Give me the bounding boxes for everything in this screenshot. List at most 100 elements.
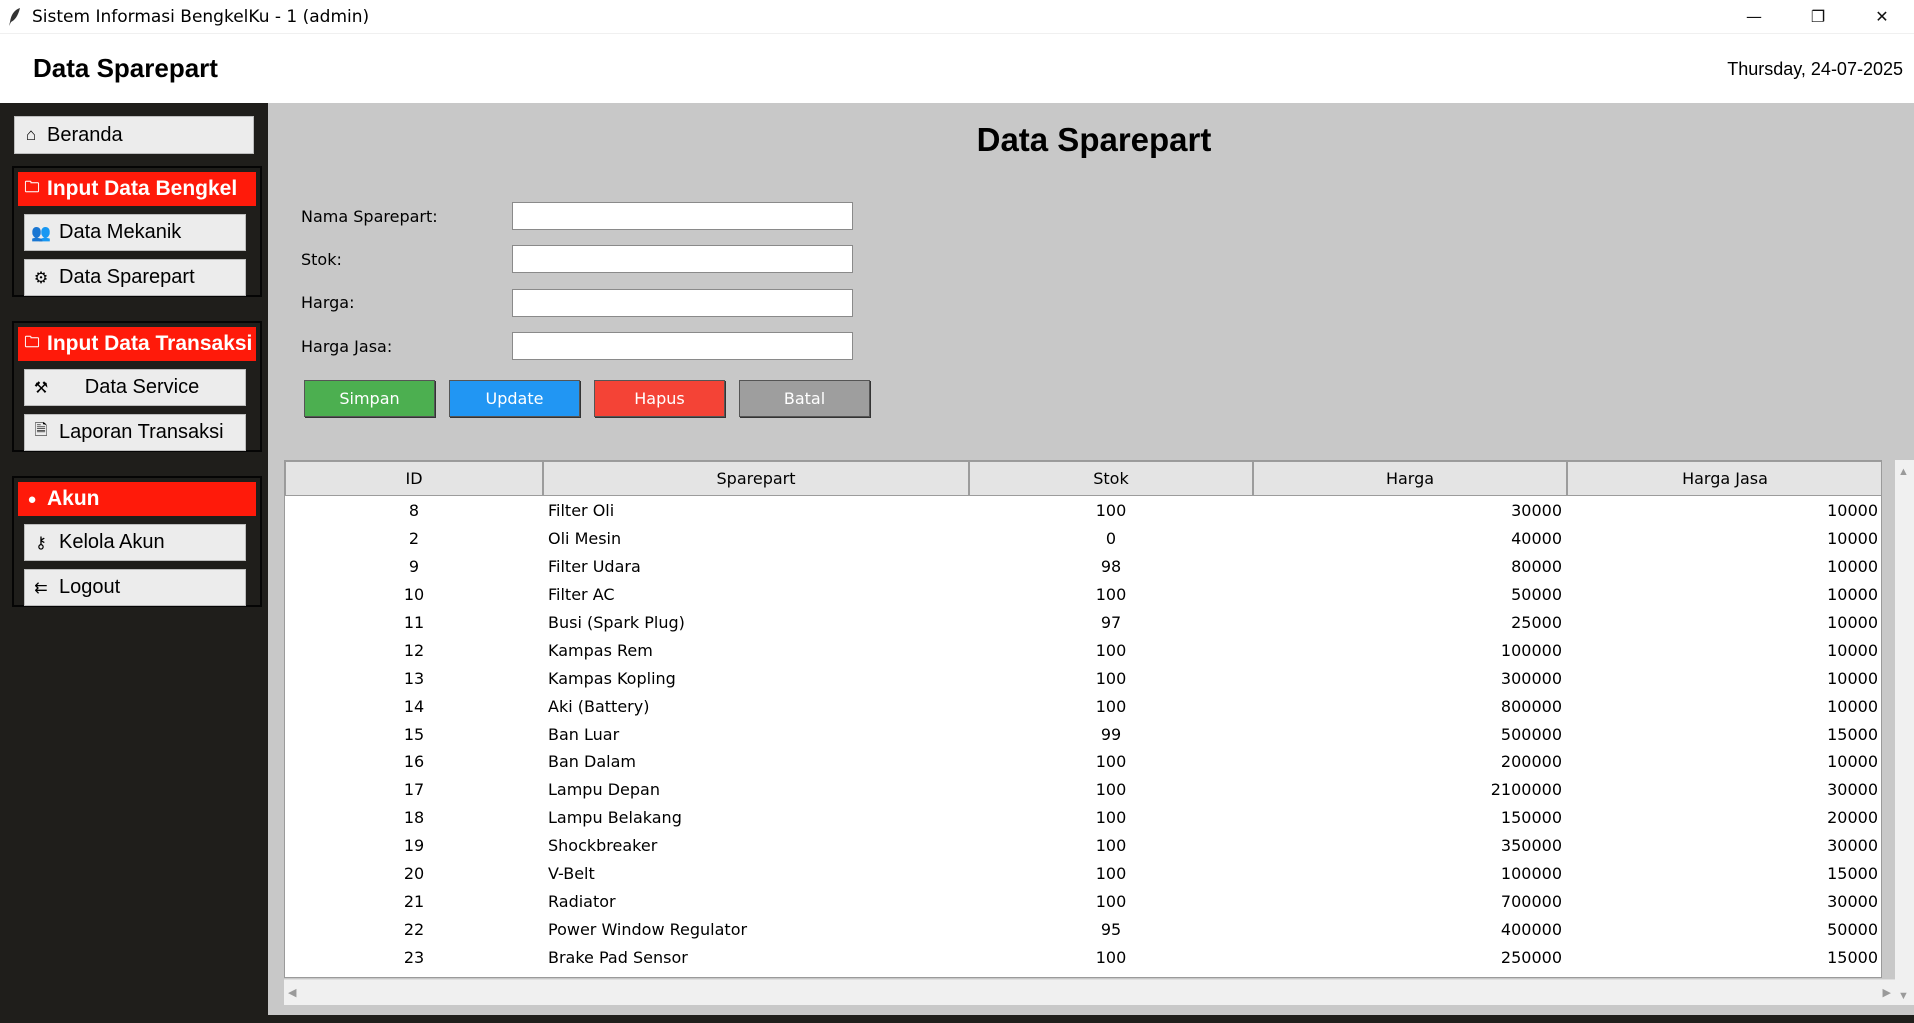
key-icon: ⚷ (35, 534, 47, 552)
sidebar-item-logout[interactable]: ⇇ Logout (24, 569, 246, 606)
cell-stok: 95 (1100, 919, 1122, 939)
table-row[interactable]: 14 Aki (Battery) 100 800000 10000 (285, 692, 1881, 720)
scroll-right-arrow-icon[interactable]: ▶ (1883, 986, 1891, 999)
table-row[interactable]: 11 Busi (Spark Plug) 97 25000 10000 (285, 609, 1881, 637)
table-row[interactable]: 13 Kampas Kopling 100 300000 10000 (285, 664, 1881, 692)
horizontal-scrollbar[interactable]: ◀ ▶ (284, 979, 1895, 1005)
nama-sparepart-input[interactable] (512, 202, 853, 230)
cell-sparepart: Busi (Spark Plug) (548, 613, 685, 632)
cell-harga-jasa: 10000 (1827, 585, 1878, 605)
table-row[interactable]: 22 Power Window Regulator 95 400000 50000 (285, 915, 1881, 943)
simpan-button[interactable]: Simpan (304, 380, 435, 417)
cell-sparepart: Kampas Kopling (548, 668, 676, 688)
table-row[interactable]: 18 Lampu Belakang 100 150000 20000 (285, 804, 1881, 832)
column-header-harga-jasa[interactable]: Harga Jasa (1567, 461, 1881, 496)
sidebar-item-beranda[interactable]: ⌂ Beranda (14, 116, 254, 154)
app-header: Data Sparepart Thursday, 24-07-2025 (0, 33, 1914, 103)
cell-sparepart: Radiator (548, 891, 616, 911)
scroll-down-arrow-icon[interactable]: ▼ (1898, 990, 1909, 1002)
cell-harga: 800000 (1500, 696, 1562, 716)
sidebar-group-input-data-bengkel: 🗀 Input Data Bengkel 👥 Data Mekanik ⚙ Da… (12, 166, 262, 297)
table-row[interactable]: 17 Lampu Depan 100 2100000 30000 (285, 776, 1881, 804)
sidebar-group-input-data-transaksi: 🗀 Input Data Transaksi ⚒ Data Service 🗎 … (12, 321, 262, 452)
sidebar-item-data-mekanik[interactable]: 👥 Data Mekanik (24, 214, 246, 251)
column-header-stok[interactable]: Stok (969, 461, 1253, 496)
table-row[interactable]: 9 Filter Udara 98 80000 10000 (285, 553, 1881, 581)
cell-id: 23 (403, 947, 425, 967)
cell-harga-jasa: 50000 (1827, 919, 1878, 939)
sidebar-item-kelola-akun[interactable]: ⚷ Kelola Akun (24, 524, 246, 561)
cell-sparepart: Ban Luar (548, 724, 620, 744)
cell-harga: 40000 (1511, 529, 1562, 549)
table-row[interactable]: 15 Ban Luar 99 500000 15000 (285, 720, 1881, 748)
sidebar-item-data-service[interactable]: ⚒ Data Service (24, 369, 246, 406)
cell-sparepart: Kampas Rem (548, 640, 653, 660)
close-button[interactable]: ✕ (1850, 0, 1914, 33)
cell-harga-jasa: 10000 (1827, 501, 1878, 521)
cell-stok: 100 (1095, 836, 1127, 856)
home-icon: ⌂ (25, 125, 37, 144)
column-header-sparepart[interactable]: Sparepart (543, 461, 969, 496)
cell-harga-jasa: 10000 (1827, 529, 1878, 549)
restore-button[interactable]: ❐ (1786, 0, 1850, 33)
scroll-left-arrow-icon[interactable]: ◀ (288, 986, 296, 999)
harga-input[interactable] (512, 289, 853, 317)
cell-sparepart: Aki (Battery) (548, 696, 650, 716)
cell-id: 18 (403, 808, 425, 828)
column-header-harga[interactable]: Harga (1253, 461, 1567, 496)
minimize-button[interactable]: — (1722, 0, 1786, 33)
scroll-up-arrow-icon[interactable]: ▲ (1898, 466, 1909, 478)
harga-jasa-input[interactable] (512, 332, 853, 360)
update-button[interactable]: Update (449, 380, 580, 417)
table-row[interactable]: 12 Kampas Rem 100 100000 10000 (285, 636, 1881, 664)
table-row[interactable]: 20 V-Belt 100 100000 15000 (285, 860, 1881, 888)
cell-stok: 100 (1095, 780, 1127, 800)
cell-harga: 25000 (1511, 613, 1562, 632)
column-header-id[interactable]: ID (285, 461, 543, 496)
table-row[interactable]: 10 Filter AC 100 50000 10000 (285, 581, 1881, 609)
cell-harga: 30000 (1511, 501, 1562, 521)
cell-harga-jasa: 15000 (1827, 724, 1878, 744)
user-icon: ● (27, 490, 37, 508)
table-row[interactable]: 23 Brake Pad Sensor 100 250000 15000 (285, 943, 1881, 971)
table-row[interactable]: 21 Radiator 100 700000 30000 (285, 887, 1881, 915)
cell-harga: 400000 (1500, 919, 1562, 939)
form-title: Data Sparepart (976, 121, 1212, 158)
cell-sparepart: Filter AC (548, 585, 615, 605)
table-row[interactable]: 8 Filter Oli 100 30000 10000 (285, 497, 1881, 525)
table-body: 8 Filter Oli 100 30000 10000 2 Oli Mesin 0 40000… (285, 497, 1881, 971)
table-row[interactable]: 16 Ban Dalam 100 200000 10000 (285, 748, 1881, 776)
main-content: Data Sparepart Nama Sparepart: Stok: Har… (268, 103, 1914, 1015)
cell-harga-jasa: 10000 (1827, 752, 1878, 772)
cell-id: 16 (403, 752, 425, 772)
stok-input[interactable] (512, 245, 853, 273)
tools-icon: ⚒ (33, 379, 49, 397)
cell-harga: 2100000 (1490, 780, 1562, 800)
cell-harga: 50000 (1511, 585, 1562, 605)
cell-id: 14 (403, 696, 425, 716)
sidebar-item-laporan-transaksi[interactable]: 🗎 Laporan Transaksi (24, 414, 246, 451)
users-icon: 👥 (31, 224, 51, 242)
batal-button[interactable]: Batal (739, 380, 870, 417)
cell-stok: 100 (1095, 668, 1127, 688)
cell-id: 2 (408, 529, 420, 549)
folder-icon: 🗀 (24, 178, 40, 196)
sidebar-group-header: 🗀 Input Data Bengkel (18, 172, 256, 206)
harga-label: Harga: (301, 293, 355, 312)
cell-sparepart: Oli Mesin (548, 529, 622, 549)
cell-id: 10 (403, 585, 425, 605)
sidebar-group-akun: ● Akun ⚷ Kelola Akun ⇇ Logout (12, 476, 262, 607)
cell-harga-jasa: 15000 (1827, 864, 1878, 884)
vertical-scrollbar[interactable]: ▲ ▼ (1895, 460, 1914, 1005)
cell-stok: 100 (1095, 585, 1127, 605)
table-row[interactable]: 2 Oli Mesin 0 40000 10000 (285, 525, 1881, 553)
hapus-button[interactable]: Hapus (594, 380, 725, 417)
cell-stok: 100 (1095, 808, 1127, 828)
cell-stok: 98 (1100, 557, 1122, 577)
bottom-strip (0, 1015, 1914, 1023)
table-row[interactable]: 19 Shockbreaker 100 350000 30000 (285, 832, 1881, 860)
cell-harga-jasa: 30000 (1827, 836, 1878, 856)
cell-id: 21 (403, 891, 425, 911)
sidebar-item-data-sparepart[interactable]: ⚙ Data Sparepart (24, 259, 246, 296)
sidebar-item-label: Beranda (47, 123, 123, 146)
